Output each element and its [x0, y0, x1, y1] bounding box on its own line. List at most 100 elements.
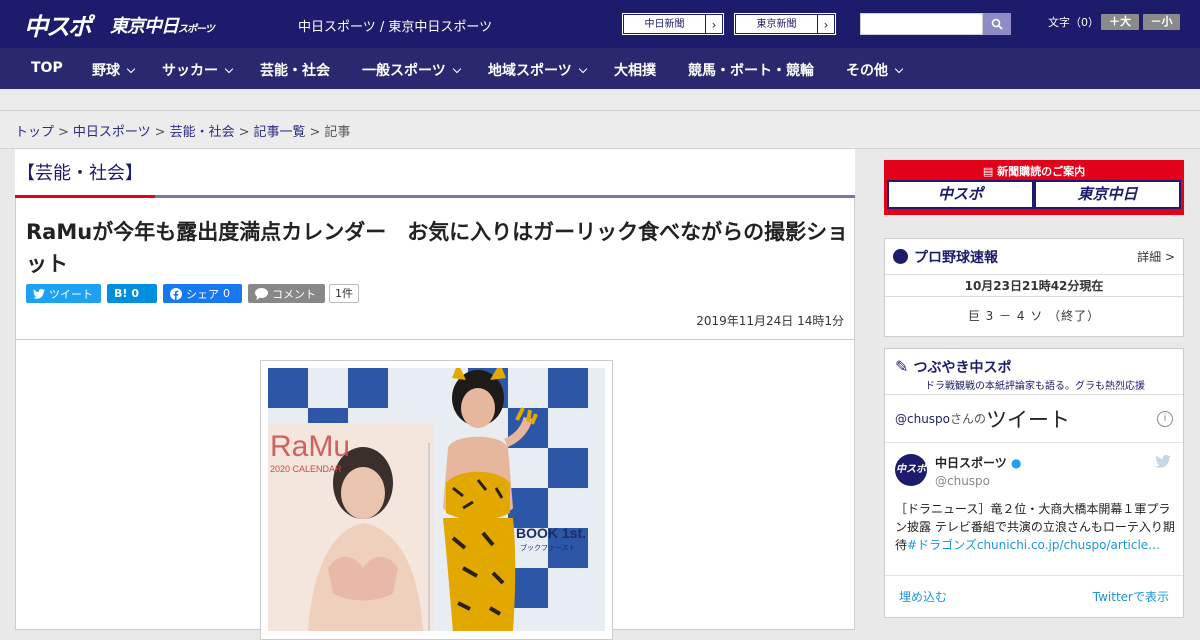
nav-item-baseball[interactable]: 野球 [92, 60, 136, 80]
article-date: 2019年11月24日 14時1分 [696, 314, 844, 328]
view-on-twitter-link[interactable]: Twitterで表示 [1093, 588, 1169, 605]
facebook-share-button[interactable]: シェア 0 [163, 284, 242, 303]
chuspo-subscribe-logo[interactable]: 中スポ [889, 182, 1032, 207]
breadcrumb-separator: > [309, 125, 321, 140]
chunichi-shimbun-link[interactable]: 中日新聞 › [622, 13, 724, 35]
sub-nav-strip [0, 89, 1200, 111]
tokyo-chunichi-logo[interactable]: 東京中日スポーツ [110, 12, 215, 38]
chevron-down-icon [452, 64, 461, 74]
breadcrumb-separator: > [58, 125, 69, 140]
timeline-san-no: さんの [950, 412, 987, 426]
article-category: 【芸能・社会】 [17, 163, 143, 184]
facebook-icon [170, 287, 182, 300]
facebook-share-label: シェア [186, 287, 219, 301]
tweet-user-name-text: 中日スポーツ [935, 456, 1007, 470]
megaphone-icon: ✎ [895, 357, 914, 376]
nav-item-other[interactable]: その他 [846, 60, 904, 80]
font-larger-button[interactable]: ＋大 [1101, 14, 1139, 30]
chevron-down-icon [126, 64, 136, 74]
chevron-down-icon [578, 64, 587, 74]
baseball-title: プロ野球速報 [914, 249, 998, 266]
nav-label: 一般スポーツ [362, 63, 446, 79]
nav-item-general-sports[interactable]: 一般スポーツ [362, 60, 461, 80]
breadcrumb-chuspo[interactable]: 中日スポーツ [73, 125, 151, 140]
breadcrumb-bar: トップ > 中日スポーツ > 芸能・社会 > 記事一覧 > 記事 [0, 111, 1200, 149]
subscribe-banner[interactable]: ▤ 新聞購読のご案内 中スポ 東京中日 [884, 160, 1184, 215]
share-buttons: ツイート B! 0 シェア 0 コメント 1件 [26, 284, 359, 304]
breadcrumb-separator: > [238, 125, 250, 140]
font-size-label: 文字（0） [1048, 16, 1099, 29]
hatena-count: 0 [131, 287, 140, 300]
nav-item-top[interactable]: TOP [31, 60, 63, 76]
nav-item-sumo[interactable]: 大相撲 [614, 60, 656, 80]
nav-label: 芸能・社会 [260, 63, 330, 79]
article-main: 【芸能・社会】 RaMuが今年も露出度満点カレンダー お気に入りはガーリック食べ… [15, 149, 855, 640]
baseball-icon [893, 249, 908, 264]
nav-label: その他 [846, 63, 888, 79]
hatena-b-icon: B! [114, 287, 128, 300]
tweet-link[interactable]: chunichi.co.jp/chuspo/article… [977, 538, 1160, 552]
breadcrumb-article-list[interactable]: 記事一覧 [254, 125, 306, 140]
nav-item-soccer[interactable]: サッカー [162, 60, 234, 80]
font-smaller-button[interactable]: －小 [1143, 14, 1180, 30]
nav-item-local-sports[interactable]: 地域スポーツ [488, 60, 587, 80]
calendar-sub: 2020 CALENDAR [270, 464, 342, 474]
baseball-game-result[interactable]: 巨 3 － 4 ソ （終了） [885, 297, 1183, 337]
nav-label: 競馬・ボート・競輪 [688, 63, 814, 79]
tokyo-logo-sub: スポーツ [178, 24, 215, 35]
verified-badge-icon: ● [1010, 456, 1022, 470]
breadcrumb: トップ > 中日スポーツ > 芸能・社会 > 記事一覧 > 記事 [15, 121, 350, 140]
info-icon[interactable]: i [1157, 410, 1173, 427]
subscribe-heading-text: 新聞購読のご案内 [997, 165, 1086, 178]
baseball-header: プロ野球速報 詳細 > [885, 239, 1183, 275]
main-nav: TOP 野球 サッカー 芸能・社会 一般スポーツ 地域スポーツ 大相撲 競馬・ボ… [0, 48, 1200, 89]
embed-link[interactable]: 埋め込む [899, 588, 947, 605]
chuspo-logo[interactable]: 中スポ [24, 7, 92, 42]
twitter-bird-icon [33, 288, 45, 299]
article-header: RaMuが今年も露出度満点カレンダー お気に入りはガーリック食べながらの撮影ショ… [15, 198, 855, 340]
nav-item-racing[interactable]: 競馬・ボート・競輪 [688, 60, 814, 80]
nav-label: サッカー [162, 63, 218, 79]
backdrop-sub: ブックファースト [520, 543, 576, 552]
paper-link-label: 中日新聞 [623, 14, 705, 34]
breadcrumb-top[interactable]: トップ [15, 125, 54, 140]
search-input[interactable] [860, 13, 983, 35]
baseball-detail-link[interactable]: 詳細 > [1137, 248, 1175, 265]
chevron-right-icon: › [817, 14, 835, 34]
timeline-handle-link[interactable]: @chuspo [895, 412, 950, 426]
backdrop-logo: BOOK 1st. [516, 525, 586, 541]
search-button[interactable] [983, 13, 1011, 35]
nav-label: 大相撲 [614, 63, 656, 79]
twitter-widget: ✎ つぶやき中スポ ドラ戦観戦の本紙評論家も語る。グラも熱烈応援 @chuspo… [884, 348, 1184, 618]
comment-label: コメント [272, 287, 316, 301]
breadcrumb-separator: > [154, 125, 166, 140]
chevron-down-icon [894, 64, 904, 74]
article-photo[interactable]: RaMu 2020 CALENDAR BOOK 1st. ブックファースト [260, 360, 613, 640]
nav-item-entertainment[interactable]: 芸能・社会 [260, 60, 330, 80]
timeline-title: @chuspo さんの ツイート i [885, 395, 1183, 443]
tokyo-chunichi-subscribe-logo[interactable]: 東京中日 [1036, 182, 1179, 207]
hatena-bookmark-button[interactable]: B! 0 [107, 284, 157, 303]
tweet-user-handle: @chuspo [935, 474, 991, 488]
chevron-down-icon [224, 64, 234, 74]
speech-bubble-icon [255, 287, 268, 300]
avatar[interactable]: 中スポ [895, 454, 927, 486]
timeline-tweet-word: ツイート [986, 407, 1071, 432]
search-icon [991, 18, 1003, 30]
breadcrumb-current: 記事 [324, 125, 351, 140]
twitter-bird-icon[interactable] [1155, 455, 1171, 468]
comment-button[interactable]: コメント [248, 284, 325, 303]
article-photo-area: RaMu 2020 CALENDAR BOOK 1st. ブックファースト [15, 340, 855, 640]
tweet-hashtag[interactable]: #ドラゴンズ [907, 538, 977, 552]
tokyo-shimbun-link[interactable]: 東京新聞 › [734, 13, 836, 35]
subscribe-heading: ▤ 新聞購読のご案内 [887, 163, 1181, 180]
subscribe-logos: 中スポ 東京中日 [887, 180, 1181, 209]
twitter-widget-title: つぶやき中スポ [913, 360, 1012, 376]
nav-label: 野球 [92, 63, 120, 79]
tweet-author[interactable]: 中スポ 中日スポーツ ● @chuspo [895, 454, 1021, 488]
calendar-name: RaMu [270, 430, 350, 463]
breadcrumb-entertainment[interactable]: 芸能・社会 [170, 125, 235, 140]
tweet-button[interactable]: ツイート [26, 284, 101, 303]
article-title: RaMuが今年も露出度満点カレンダー お気に入りはガーリック食べながらの撮影ショ… [26, 220, 849, 276]
nav-label: TOP [31, 60, 63, 76]
